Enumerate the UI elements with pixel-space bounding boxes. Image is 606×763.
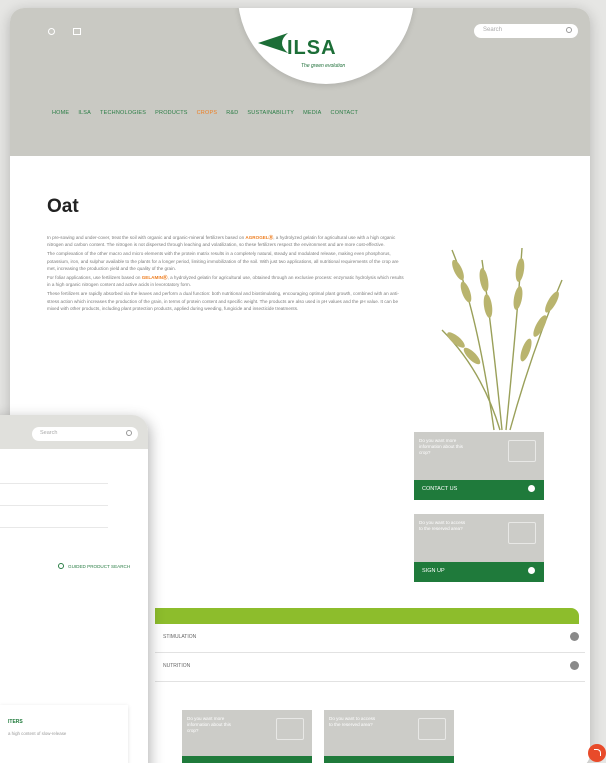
- nav-rd[interactable]: R&D: [226, 110, 238, 116]
- main-nav: HOME ILSA TECHNOLOGIES PRODUCTS CROPS R&…: [52, 110, 358, 116]
- reserved-card-question: Do you want to access to the reserved ar…: [419, 520, 466, 531]
- header-search-input[interactable]: Search: [474, 24, 578, 38]
- accordion-stimulation-label: STIMULATION: [163, 634, 197, 640]
- ilsa-logo[interactable]: ILSA The green evolution: [256, 32, 366, 72]
- top-utility-bar: [48, 28, 85, 35]
- nav-ilsa[interactable]: ILSA: [78, 110, 91, 116]
- info-card-question: Do you want more information about this …: [419, 438, 463, 455]
- mobile-search-placeholder: Search: [40, 430, 58, 436]
- paragraph-1: In pre-sowing and under-cover, treat the…: [47, 234, 407, 248]
- header-search-placeholder: Search: [483, 27, 503, 33]
- gelamin-highlight[interactable]: GELAMINⓇ: [142, 275, 168, 280]
- arrow-circle-icon: [528, 485, 535, 492]
- mobile-card-desc: a high content of slow-release: [8, 731, 67, 736]
- nav-media[interactable]: MEDIA: [303, 110, 321, 116]
- info-card: Do you want more information about this …: [414, 432, 544, 480]
- guided-search-label: GUIDED PRODUCT SEARCH: [68, 564, 131, 569]
- paragraph-2: The complexation of the other macro and …: [47, 251, 399, 271]
- expand-icon: [418, 718, 446, 740]
- accordion-nutrition-label: NUTRITION: [163, 663, 191, 669]
- mobile-search-input[interactable]: Search: [32, 427, 138, 441]
- bottom-signup-bar[interactable]: [324, 756, 454, 763]
- nav-sustainability[interactable]: SUSTAINABILITY: [247, 110, 294, 116]
- reserved-area-card: Do you want to access to the reserved ar…: [414, 514, 544, 562]
- mobile-card-title: ITERS: [8, 719, 23, 725]
- logo-text: ILSA: [287, 37, 337, 59]
- accordion-item-nutrition[interactable]: NUTRITION: [155, 653, 585, 682]
- nav-home[interactable]: HOME: [52, 110, 69, 116]
- paragraph-4: These fertilizers are rapidly absorbed v…: [47, 291, 399, 311]
- logo-tagline: The green evolution: [301, 63, 346, 69]
- bottom-reserved-question: Do you want to access to the reserved ar…: [329, 716, 376, 727]
- bottom-info-card: Do you want more information about this …: [182, 710, 312, 756]
- nav-crops[interactable]: CROPS: [197, 110, 218, 116]
- chat-bubble-icon: [508, 440, 536, 462]
- sign-up-button[interactable]: SIGN UP: [414, 562, 544, 582]
- plus-icon[interactable]: [570, 661, 579, 670]
- sign-up-label: SIGN UP: [422, 568, 445, 574]
- mobile-phone-mockup: Search GUIDED PRODUCT SEARCH ITERS a hig…: [0, 415, 148, 763]
- chat-bubble-icon: [276, 718, 304, 740]
- plus-icon[interactable]: [570, 632, 579, 641]
- stage: ILSA The green evolution Search HOME ILS…: [0, 0, 606, 763]
- search-icon[interactable]: [566, 27, 572, 33]
- arrow-circle-icon: [528, 567, 535, 574]
- contact-us-button[interactable]: CONTACT US: [414, 480, 544, 500]
- search-icon[interactable]: [126, 430, 132, 436]
- agrogel-highlight[interactable]: AGROGELⓇ: [245, 235, 273, 240]
- leaf-mark-icon: [258, 33, 288, 53]
- nav-products[interactable]: PRODUCTS: [155, 110, 187, 116]
- contact-us-label: CONTACT US: [422, 486, 458, 492]
- language-selector[interactable]: [48, 28, 59, 35]
- mobile-header: Search: [0, 415, 148, 449]
- bottom-reserved-card: Do you want to access to the reserved ar…: [324, 710, 454, 756]
- crop-description: In pre-sowing and under-cover, treat the…: [47, 234, 407, 314]
- guided-product-search-link[interactable]: GUIDED PRODUCT SEARCH: [58, 563, 131, 569]
- mobile-product-card[interactable]: ITERS a high content of slow-release: [0, 705, 128, 763]
- globe-icon: [48, 28, 55, 35]
- reserved-area-link[interactable]: [73, 28, 85, 35]
- page-title: Oat: [47, 196, 79, 217]
- mobile-divider: [0, 505, 108, 506]
- accordion-item-stimulation[interactable]: STIMULATION: [155, 624, 585, 653]
- bottom-contact-bar[interactable]: [182, 756, 312, 763]
- nav-technologies[interactable]: TECHNOLOGIES: [100, 110, 146, 116]
- p3-text: For foliar applications, use fertilizers…: [47, 275, 141, 281]
- mobile-divider: [0, 527, 108, 528]
- paragraph-3: For foliar applications, use fertilizers…: [47, 274, 407, 288]
- bottom-info-question: Do you want more information about this …: [187, 716, 231, 733]
- nav-contact[interactable]: CONTACT: [331, 110, 359, 116]
- expand-icon: [508, 522, 536, 544]
- search-icon: [58, 563, 64, 569]
- p1-text: In pre-sowing and under-cover, treat the…: [47, 235, 245, 240]
- oat-plant-image: [441, 247, 563, 431]
- site-header: ILSA The green evolution Search HOME ILS…: [10, 8, 590, 156]
- user-area-icon: [73, 28, 81, 35]
- mobile-divider: [0, 483, 108, 484]
- share-icon[interactable]: [588, 744, 606, 762]
